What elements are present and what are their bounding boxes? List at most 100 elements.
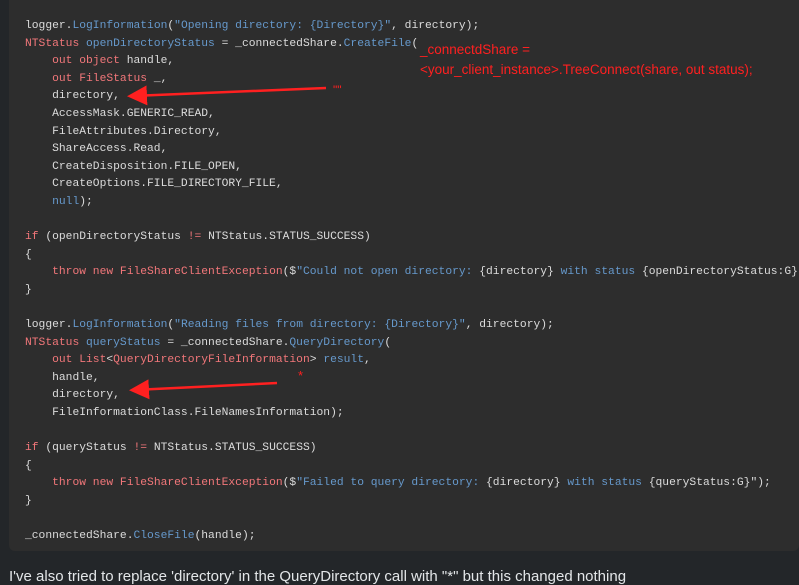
code-token: out List [52, 354, 107, 367]
code-token: null [52, 195, 80, 208]
code-token: , [364, 354, 371, 367]
code-token: NTStatus.STATUS_SUCCESS) [208, 231, 371, 244]
code-line: throw new FileShareClientException($"Fai… [25, 475, 799, 493]
code-token: openDirectoryStatus [86, 37, 215, 50]
code-token: throw new [52, 266, 120, 279]
code-token: handle, [126, 55, 175, 68]
code-token: QueryDirectoryFileInformation [113, 354, 310, 367]
code-token: "Opening directory: {Directory}" [174, 20, 392, 32]
code-token: ( [411, 37, 419, 50]
code-token: _connectedShare. [25, 530, 134, 543]
code-line: logger.LogInformation("Opening directory… [25, 18, 799, 36]
code-token: { [25, 459, 32, 472]
code-token: NTStatus [25, 37, 87, 50]
code-token: CreateOptions.FILE_DIRECTORY_FILE, [25, 178, 283, 191]
code-token: handle, [25, 371, 100, 384]
code-line: handle, [25, 370, 799, 388]
code-token: } [25, 495, 32, 508]
code-token: FileShareClientException [119, 477, 283, 490]
annotation-note: _connectdShare = <your_client_instance>.… [420, 42, 753, 77]
code-token: if [25, 442, 46, 455]
code-line: FileInformationClass.FileNamesInformatio… [25, 405, 799, 423]
code-token: queryStatus [86, 336, 161, 349]
code-token: FileShareClientException [119, 266, 283, 279]
code-token: {directory} [486, 477, 561, 490]
code-token: QueryDirectory [289, 336, 385, 349]
code-token: FileAttributes.Directory, [25, 125, 222, 138]
code-token: , directory); [391, 20, 480, 32]
code-token: CloseFile [133, 530, 195, 543]
code-line: CreateOptions.FILE_DIRECTORY_FILE, [25, 176, 799, 194]
code-token: ); [79, 195, 93, 208]
code-token: ShareAccess.Read, [25, 143, 168, 156]
code-line: directory, [25, 387, 799, 405]
code-token: > [309, 354, 324, 367]
code-line: logger.LogInformation("Reading files fro… [25, 317, 799, 335]
code-token: (queryStatus [45, 442, 134, 455]
code-token: "Reading files from directory: {Director… [174, 319, 466, 332]
code-token: "); [750, 477, 771, 490]
code-line: if (openDirectoryStatus != NTStatus.STAT… [25, 229, 799, 247]
annotation-mark-quotes: "" [333, 83, 342, 97]
code-token: LogInformation [72, 20, 168, 32]
code-token: { [25, 248, 32, 261]
code-token: {openDirectoryStatus:G} [641, 266, 798, 279]
code-line: directory, [25, 88, 799, 106]
code-token: ($ [282, 266, 297, 279]
code-token: throw new [52, 477, 120, 490]
code-token: _, [153, 72, 168, 85]
code-token: {directory} [479, 266, 554, 279]
code-token: {queryStatus:G} [648, 477, 751, 490]
code-token: "Could not open directory: [296, 266, 480, 279]
code-token: } [25, 283, 32, 296]
code-token: logger. [25, 20, 73, 32]
code-token: result [323, 354, 364, 367]
code-line: NTStatus queryStatus = _connectedShare.Q… [25, 335, 799, 353]
code-token: = _connectedShare. [214, 37, 344, 50]
code-token: CreateDisposition.FILE_OPEN, [25, 160, 242, 173]
annotation-mark-asterisk: * [298, 368, 304, 383]
code-token: (handle); [194, 530, 256, 543]
code-line: if (queryStatus != NTStatus.STATUS_SUCCE… [25, 440, 799, 458]
code-token: NTStatus.STATUS_SUCCESS) [153, 442, 317, 455]
code-token: "Failed to query directory: [296, 477, 487, 490]
code-line: } [25, 282, 799, 300]
code-token: ( [384, 336, 392, 349]
code-line: } [25, 493, 799, 511]
code-token: ($ [282, 477, 297, 490]
code-token: directory, [25, 389, 120, 402]
code-line: { [25, 458, 799, 476]
code-block: logger.LogInformation("Opening directory… [9, 0, 799, 551]
code-token: NTStatus [25, 336, 87, 349]
code-token: LogInformation [72, 319, 168, 332]
code-token: != [187, 231, 209, 244]
code-line: FileAttributes.Directory, [25, 124, 799, 142]
code-token: logger. [25, 319, 73, 332]
code-token: = _connectedShare. [160, 336, 290, 349]
code-token: != [133, 442, 154, 455]
code-token: with status [560, 477, 649, 490]
code-token: out object [52, 55, 127, 68]
code-token: directory, [25, 90, 120, 103]
code-line: null); [25, 194, 799, 212]
code-token: AccessMask.GENERIC_READ, [25, 107, 215, 120]
code-content: logger.LogInformation("Opening directory… [25, 18, 799, 546]
code-token: with status [553, 266, 642, 279]
code-line: throw new FileShareClientException($"Cou… [25, 264, 799, 282]
code-line: _connectedShare.CloseFile(handle); [25, 528, 799, 546]
code-line: ShareAccess.Read, [25, 141, 799, 159]
code-line: CreateDisposition.FILE_OPEN, [25, 159, 799, 177]
code-line: out List<QueryDirectoryFileInformation> … [25, 352, 799, 370]
code-token: , directory); [465, 319, 554, 332]
code-token: out FileStatus [52, 72, 154, 85]
code-line: { [25, 247, 799, 265]
post-text: I've also tried to replace 'directory' i… [9, 568, 627, 585]
